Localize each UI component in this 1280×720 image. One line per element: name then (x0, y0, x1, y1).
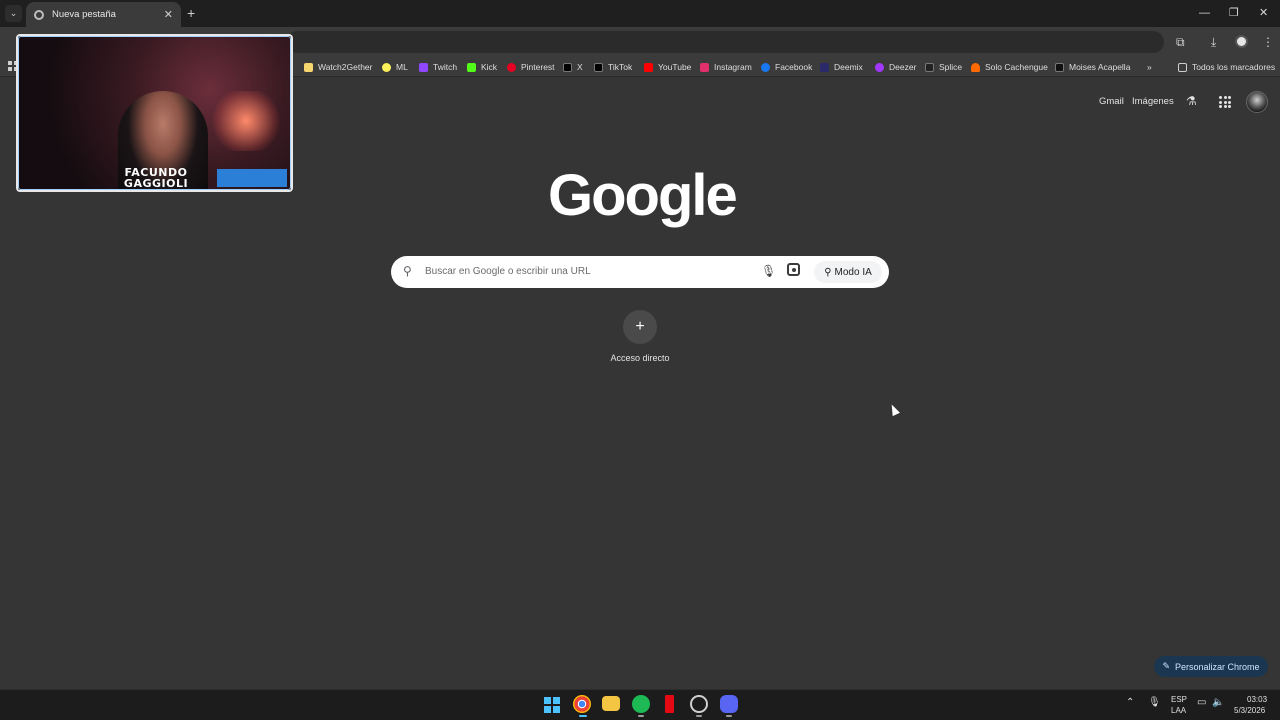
tab-strip: ⌄ Nueva pestaña ✕ + — ❐ ✕ (0, 0, 1280, 27)
pinterest-icon (507, 62, 516, 72)
bookmark-watch2gether[interactable]: Watch2Gether (304, 61, 373, 73)
bookmark-twitch[interactable]: Twitch (419, 61, 457, 73)
bookmark-solo-cachengue[interactable]: Solo Cachengue (971, 61, 1048, 73)
tab-close-icon[interactable]: ✕ (164, 8, 173, 21)
google-logo: Google (548, 163, 738, 228)
clock-time[interactable]: 03:03 (1247, 695, 1267, 704)
add-shortcut-button[interactable]: + (623, 310, 657, 344)
bookmark-moises-acapella[interactable]: Moises Acapella (1055, 61, 1130, 73)
microphone-tray-icon[interactable]: 🎙 (1148, 697, 1161, 708)
bookmark-deemix[interactable]: Deemix (820, 61, 863, 73)
tiktok-icon (594, 62, 603, 72)
chevron-down-icon: ⌄ (9, 8, 18, 18)
bookmark-ml[interactable]: ML (382, 61, 408, 73)
google-lens-icon[interactable] (787, 263, 800, 276)
new-tab-button[interactable]: + (187, 5, 195, 21)
labs-flask-icon[interactable]: ⚗ (1186, 94, 1197, 108)
instagram-icon (700, 62, 709, 72)
account-avatar[interactable] (1246, 91, 1268, 113)
extensions-icon[interactable]: ⧉ (1176, 35, 1185, 49)
language-indicator[interactable]: ESP (1171, 695, 1187, 704)
customize-chrome-label: Personalizar Chrome (1175, 661, 1260, 672)
plus-icon: + (635, 318, 645, 335)
search-icon: ⚲ (403, 264, 412, 278)
youtube-icon (644, 62, 653, 72)
bookmark-youtube[interactable]: YouTube (644, 61, 691, 73)
bookmark-pinterest[interactable]: Pinterest (507, 61, 555, 73)
chrome-active-indicator (579, 715, 587, 717)
bookmark-x[interactable]: X (563, 61, 583, 73)
bookmarks-overflow-button[interactable]: » (1147, 61, 1152, 73)
bookmark-instagram[interactable]: Instagram (700, 61, 752, 73)
deemix-icon (820, 62, 829, 72)
mouse-cursor-icon (888, 402, 900, 417)
fire-icon (971, 62, 980, 72)
microphone-icon[interactable]: 🎙 (761, 264, 776, 278)
bookmark-splice[interactable]: Splice (925, 61, 962, 73)
keyboard-layout-indicator[interactable]: LAA (1171, 706, 1186, 715)
facebook-icon (761, 62, 770, 72)
download-icon[interactable]: ⤓ (1211, 35, 1216, 49)
gmail-link[interactable]: Gmail (1099, 96, 1124, 107)
spotify-running-indicator (638, 715, 644, 717)
close-window-button[interactable]: ✕ (1259, 6, 1268, 20)
network-icon[interactable]: ▭ (1197, 697, 1206, 708)
restore-button[interactable]: ❐ (1229, 6, 1239, 20)
folder-icon (1178, 62, 1187, 72)
netflix-icon[interactable] (665, 695, 674, 713)
google-apps-icon[interactable] (1219, 96, 1231, 108)
profile-avatar[interactable] (1235, 35, 1248, 48)
search-input[interactable]: Buscar en Google o escribir una URL (425, 266, 591, 277)
discord-running-indicator (726, 715, 732, 717)
all-bookmarks-button[interactable]: Todos los marcadores (1178, 61, 1275, 73)
search-box[interactable]: ⚲ Buscar en Google o escribir una URL 🎙 … (391, 256, 889, 288)
twitch-icon (419, 62, 428, 72)
bookmark-facebook[interactable]: Facebook (761, 61, 812, 73)
x-icon (563, 62, 572, 72)
deezer-icon (875, 62, 884, 72)
bookmark-kick[interactable]: Kick (467, 61, 497, 73)
menu-icon[interactable]: ⋮ (1262, 35, 1274, 49)
address-bar[interactable] (286, 31, 1164, 53)
tab-nueva-pestana[interactable]: Nueva pestaña ✕ (26, 2, 181, 27)
bookmark-tiktok[interactable]: TikTok (594, 61, 632, 73)
ai-mode-label: Modo IA (834, 266, 872, 278)
tab-title: Nueva pestaña (52, 9, 116, 20)
webcam-frame (18, 36, 291, 190)
clock-date[interactable]: 5/3/2026 (1234, 706, 1265, 715)
mercadolibre-icon (382, 62, 391, 72)
app-taskbar-icon[interactable] (690, 695, 708, 713)
volume-icon[interactable]: 🔈 (1212, 697, 1224, 708)
pencil-icon: ✎ (1162, 661, 1170, 671)
minimize-button[interactable]: — (1199, 6, 1210, 20)
bookmark-deezer[interactable]: Deezer (875, 61, 916, 73)
tab-search-button[interactable]: ⌄ (5, 5, 22, 22)
images-link[interactable]: Imágenes (1132, 96, 1174, 107)
discord-icon[interactable] (720, 695, 738, 713)
spotify-icon[interactable] (632, 695, 650, 713)
splice-icon (925, 62, 934, 72)
chrome-taskbar-icon[interactable] (573, 695, 591, 713)
moises-icon (1055, 62, 1064, 72)
ai-mode-button[interactable]: ⚲ Modo IA (814, 261, 882, 283)
customize-chrome-button[interactable]: ✎ Personalizar Chrome (1154, 656, 1268, 677)
chrome-favicon-icon (34, 9, 44, 20)
sparkle-search-icon: ⚲ (824, 266, 832, 278)
chevron-up-icon[interactable]: ⌃ (1126, 697, 1134, 708)
watch2gether-icon (304, 62, 313, 72)
windows-start-icon[interactable] (544, 697, 560, 713)
file-explorer-icon[interactable] (602, 696, 620, 711)
kick-icon (467, 62, 476, 72)
webcam-overlay: FACUNDO GAGGIOLI (16, 34, 293, 192)
app-running-indicator (696, 715, 702, 717)
shortcut-label: Acceso directo (610, 353, 670, 363)
